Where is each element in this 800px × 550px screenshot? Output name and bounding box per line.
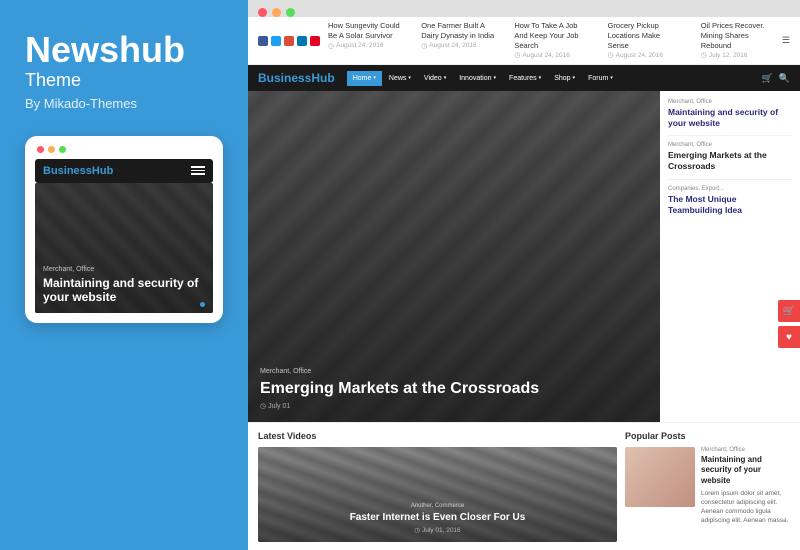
nav-item-features[interactable]: Features▾ xyxy=(503,71,547,86)
left-panel: Newshub Theme By Mikado-Themes BusinessH… xyxy=(0,0,248,550)
ticker-item-5: Oil Prices Recover. Mining Shares Reboun… xyxy=(701,21,774,60)
mobile-nav-bar: BusinessHub xyxy=(35,159,213,183)
mobile-mockup: BusinessHub Merchant, Office Maintaining… xyxy=(25,136,223,323)
mobile-hero-content: Merchant, Office Maintaining and securit… xyxy=(43,266,205,305)
browser-panel: How Sungevity Could Be A Solar Survivor … xyxy=(248,0,800,550)
floating-cart-area: 🛒 ♥ xyxy=(778,300,800,348)
popular-img xyxy=(625,447,695,507)
google-icon[interactable] xyxy=(284,36,294,46)
mobile-hero-tag: Merchant, Office xyxy=(43,266,205,273)
popular-tag: Merchant, Office xyxy=(701,447,790,453)
ticker-date-3: August 24, 2016 xyxy=(514,51,587,60)
hs-tag-3: Companies, Export... xyxy=(668,186,792,192)
nav-item-innovation[interactable]: Innovation▾ xyxy=(453,71,502,86)
hero-title: Emerging Markets at the Crossroads xyxy=(260,379,648,398)
ticker-item-3: How To Take A Job And Keep Your Job Sear… xyxy=(514,21,587,60)
hero-sidebar-item-3[interactable]: Companies, Export... The Most Unique Tea… xyxy=(668,186,792,222)
nav-right: 🛒 🔍 xyxy=(762,73,790,84)
nav-logo: BusinessHub xyxy=(258,71,335,85)
floating-wishlist-button[interactable]: ♥ xyxy=(778,326,800,348)
browser-chrome xyxy=(248,0,800,17)
hero-sidebar-item-1[interactable]: Merchant, Office Maintaining and securit… xyxy=(668,99,792,136)
nav-item-shop[interactable]: Shop▾ xyxy=(548,71,581,86)
nav-item-news[interactable]: News▾ xyxy=(383,71,417,86)
mobile-hero-title: Maintaining and security of your website xyxy=(43,276,205,305)
ticker-date-4: August 24, 2016 xyxy=(608,51,681,60)
facebook-icon[interactable] xyxy=(258,36,268,46)
mobile-logo: BusinessHub xyxy=(43,165,113,177)
ticker-title-3: How To Take A Job And Keep Your Job Sear… xyxy=(514,21,587,50)
ticker-title-1: How Sungevity Could Be A Solar Survivor xyxy=(328,21,401,41)
popular-img-bg xyxy=(625,447,695,507)
popular-text: Merchant, Office Maintaining and securit… xyxy=(701,447,790,526)
browser-dot-red xyxy=(258,8,267,17)
browser-content: How Sungevity Could Be A Solar Survivor … xyxy=(248,17,800,550)
hero-date: July 01 xyxy=(260,402,648,410)
video-text: Another, Commerce Faster Internet is Eve… xyxy=(258,495,617,542)
mobile-dot-yellow xyxy=(48,146,55,153)
bottom-left: Latest Videos Another, Commerce Faster I… xyxy=(258,431,617,542)
hs-title-3: The Most Unique Teambuilding Idea xyxy=(668,194,792,216)
hs-title-1: Maintaining and security of your website xyxy=(668,107,792,129)
hs-tag-2: Merchant, Office xyxy=(668,142,792,148)
hero-text: Merchant, Office Emerging Markets at the… xyxy=(248,356,660,422)
linkedin-icon[interactable] xyxy=(297,36,307,46)
ticker-date-1: August 24, 2016 xyxy=(328,42,401,51)
browser-dot-yellow xyxy=(272,8,281,17)
bottom-right: Popular Posts Merchant, Office Maintaini… xyxy=(625,431,790,542)
brand-by: By Mikado-Themes xyxy=(25,96,223,111)
ticker-date-2: August 24, 2016 xyxy=(421,42,494,51)
hero-sidebar-item-2[interactable]: Merchant, Office Emerging Markets at the… xyxy=(668,142,792,179)
mobile-hero: Merchant, Office Maintaining and securit… xyxy=(35,183,213,313)
video-date: July 01, 2016 xyxy=(266,526,609,534)
hero-tag: Merchant, Office xyxy=(260,368,648,375)
cart-icon[interactable]: 🛒 xyxy=(762,73,773,84)
browser-dots xyxy=(258,8,295,17)
ticker-title-2: One Farmer Built A Dairy Dynasty in Indi… xyxy=(421,21,494,41)
main-content: Merchant, Office Emerging Markets at the… xyxy=(248,91,800,422)
nav-item-home[interactable]: Home▾ xyxy=(347,71,382,86)
brand-subtitle: Theme xyxy=(25,70,223,91)
ticker-items: How Sungevity Could Be A Solar Survivor … xyxy=(328,21,774,60)
mobile-dot-red xyxy=(37,146,44,153)
ticker-item-4: Grocery Pickup Locations Make Sense Augu… xyxy=(608,21,681,60)
ticker-item-2: One Farmer Built A Dairy Dynasty in Indi… xyxy=(421,21,494,60)
video-card[interactable]: Another, Commerce Faster Internet is Eve… xyxy=(258,447,617,542)
popular-posts-label: Popular Posts xyxy=(625,431,790,441)
floating-cart-button[interactable]: 🛒 xyxy=(778,300,800,322)
nav-item-forum[interactable]: Forum▾ xyxy=(582,71,619,86)
ticker-date-5: July 12, 2016 xyxy=(701,51,774,60)
hero-area: Merchant, Office Emerging Markets at the… xyxy=(248,91,660,422)
nav-item-video[interactable]: Video▾ xyxy=(418,71,452,86)
pinterest-icon[interactable] xyxy=(310,36,320,46)
hs-title-2: Emerging Markets at the Crossroads xyxy=(668,150,792,172)
video-title: Faster Internet is Even Closer For Us xyxy=(266,512,609,524)
twitter-icon[interactable] xyxy=(271,36,281,46)
browser-dot-green xyxy=(286,8,295,17)
ticker-title-5: Oil Prices Recover. Mining Shares Reboun… xyxy=(701,21,774,50)
hs-tag-1: Merchant, Office xyxy=(668,99,792,105)
ticker-title-4: Grocery Pickup Locations Make Sense xyxy=(608,21,681,50)
search-icon[interactable]: 🔍 xyxy=(779,73,790,84)
news-ticker: How Sungevity Could Be A Solar Survivor … xyxy=(248,17,800,65)
popular-card[interactable]: Merchant, Office Maintaining and securit… xyxy=(625,447,790,526)
brand-title: Newshub xyxy=(25,30,223,70)
mobile-top-bar xyxy=(35,146,213,153)
main-nav: BusinessHub Home▾ News▾ Video▾ Innovatio… xyxy=(248,65,800,91)
mobile-dots xyxy=(37,146,66,153)
ticker-item-1: How Sungevity Could Be A Solar Survivor … xyxy=(328,21,401,60)
mobile-hamburger-icon[interactable] xyxy=(191,166,205,175)
hero-sidebar: Merchant, Office Maintaining and securit… xyxy=(660,91,800,422)
menu-icon[interactable]: ☰ xyxy=(782,35,790,46)
latest-videos-label: Latest Videos xyxy=(258,431,617,441)
video-tag: Another, Commerce xyxy=(266,503,609,509)
nav-items: Home▾ News▾ Video▾ Innovation▾ Features▾… xyxy=(347,71,762,86)
popular-desc: Lorem ipsum dolor sit amet, consectetur … xyxy=(701,489,790,525)
mobile-dot-green xyxy=(59,146,66,153)
bottom-section: Latest Videos Another, Commerce Faster I… xyxy=(248,422,800,550)
popular-title: Maintaining and security of your website xyxy=(701,455,790,486)
social-icons xyxy=(258,36,320,46)
